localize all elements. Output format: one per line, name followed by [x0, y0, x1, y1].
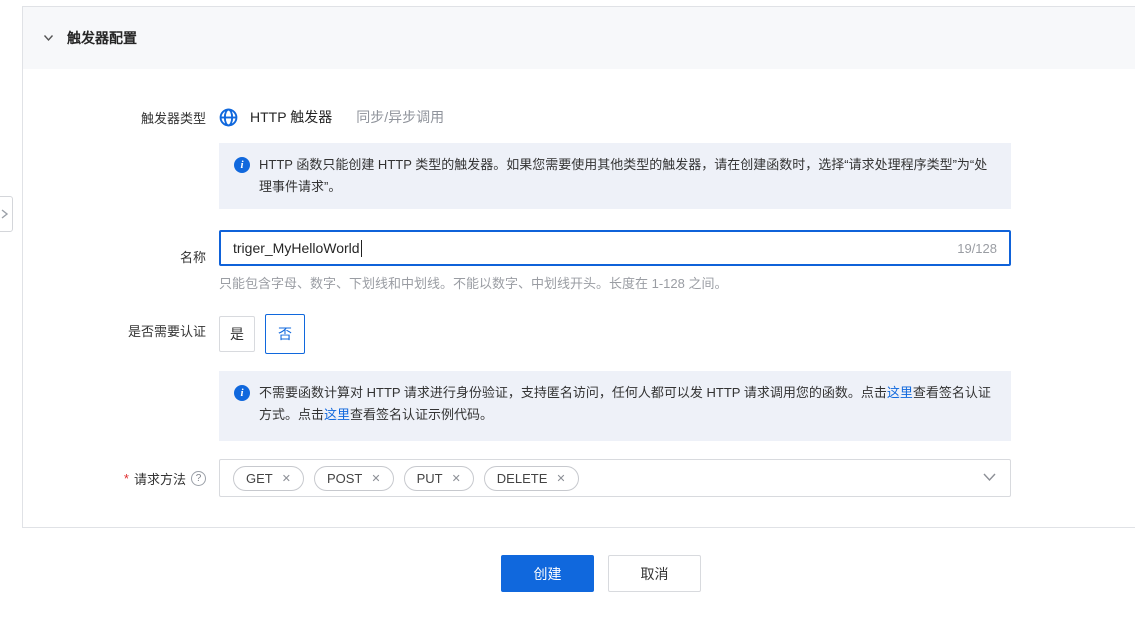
name-label: 名称	[23, 240, 206, 276]
auth-label: 是否需要认证	[23, 312, 206, 352]
method-label: 请求方法	[134, 469, 186, 488]
char-counter: 19/128	[957, 241, 997, 256]
help-icon[interactable]: ?	[191, 471, 206, 486]
text-caret	[361, 240, 362, 257]
cancel-button[interactable]: 取消	[608, 555, 701, 592]
auth-info-seg1: 不需要函数计算对 HTTP 请求进行身份验证，支持匿名访问，任何人都可以发 HT…	[259, 385, 887, 400]
globe-icon	[219, 108, 238, 127]
auth-option-no[interactable]: 否	[265, 314, 305, 354]
method-tag-label: POST	[327, 471, 362, 486]
auth-info-text: 不需要函数计算对 HTTP 请求进行身份验证，支持匿名访问，任何人都可以发 HT…	[259, 382, 996, 430]
trigger-invoke-mode: 同步/异步调用	[356, 107, 444, 127]
method-tag-label: PUT	[417, 471, 443, 486]
method-tag-label: DELETE	[497, 471, 548, 486]
method-tag-put[interactable]: PUT ✕	[404, 466, 474, 491]
trigger-type-row: 触发器类型 HTTP 触发器 同步/异步调用	[23, 105, 1135, 129]
remove-tag-icon[interactable]: ✕	[556, 472, 565, 485]
http-trigger-info-text: HTTP 函数只能创建 HTTP 类型的触发器。如果您需要使用其他类型的触发器，…	[259, 154, 996, 198]
method-label-group: * 请求方法 ?	[23, 459, 206, 497]
trigger-config-page: 触发器配置 触发器类型 HTTP 触发器 同步/异步调用 i HTTP 函数只能…	[0, 0, 1135, 621]
footer-actions: 创建 取消	[501, 555, 701, 592]
method-tag-post[interactable]: POST ✕	[314, 466, 394, 491]
method-tag-get[interactable]: GET ✕	[233, 466, 304, 491]
remove-tag-icon[interactable]: ✕	[371, 472, 380, 485]
http-trigger-info-box: i HTTP 函数只能创建 HTTP 类型的触发器。如果您需要使用其他类型的触发…	[219, 143, 1011, 209]
trigger-type-value: HTTP 触发器	[250, 107, 332, 127]
section-title: 触发器配置	[67, 28, 137, 48]
method-tag-delete[interactable]: DELETE ✕	[484, 466, 579, 491]
chevron-right-icon	[0, 208, 9, 220]
name-helper-text: 只能包含字母、数字、下划线和中划线。不能以数字、中划线开头。长度在 1-128 …	[219, 273, 727, 292]
required-mark: *	[124, 471, 129, 486]
method-tags: GET ✕ POST ✕ PUT ✕ DELETE ✕	[233, 466, 579, 491]
remove-tag-icon[interactable]: ✕	[282, 472, 291, 485]
trigger-config-panel: 触发器配置 触发器类型 HTTP 触发器 同步/异步调用 i HTTP 函数只能…	[22, 6, 1135, 528]
auth-info-seg3: 查看签名认证示例代码。	[350, 407, 493, 422]
method-tag-label: GET	[246, 471, 273, 486]
info-icon: i	[234, 385, 250, 401]
create-button[interactable]: 创建	[501, 555, 594, 592]
auth-toggle-group: 是 否	[219, 314, 305, 354]
name-input[interactable]: triger_MyHelloWorld 19/128	[219, 230, 1011, 266]
auth-option-yes[interactable]: 是	[219, 316, 255, 352]
name-input-value: triger_MyHelloWorld	[233, 240, 360, 256]
panel-expand-toggle[interactable]	[0, 196, 13, 232]
chevron-down-icon[interactable]	[982, 472, 997, 482]
remove-tag-icon[interactable]: ✕	[452, 472, 461, 485]
method-multiselect[interactable]: GET ✕ POST ✕ PUT ✕ DELETE ✕	[219, 459, 1011, 497]
chevron-down-icon	[43, 34, 54, 42]
trigger-type-label: 触发器类型	[23, 108, 206, 127]
signature-example-link[interactable]: 这里	[324, 407, 350, 422]
section-header[interactable]: 触发器配置	[23, 7, 1135, 69]
info-icon: i	[234, 157, 250, 173]
signature-auth-link[interactable]: 这里	[887, 385, 913, 400]
auth-info-box: i 不需要函数计算对 HTTP 请求进行身份验证，支持匿名访问，任何人都可以发 …	[219, 371, 1011, 441]
